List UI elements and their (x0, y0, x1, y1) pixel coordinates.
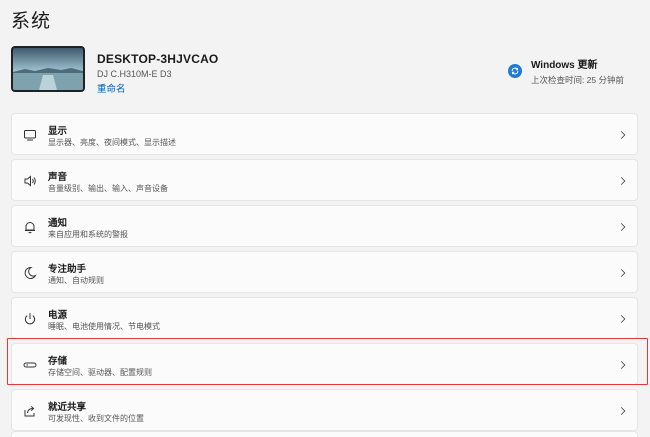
setting-label: 显示 (48, 126, 68, 137)
setting-label: 专注助手 (48, 264, 87, 275)
chevron-right-icon (618, 219, 628, 235)
bell-icon (22, 219, 38, 235)
settings-list: 显示 显示器、亮度、夜间模式、显示描述 声音 音量级别、输出、输入、声音设备 通… (11, 113, 638, 435)
setting-label: 通知 (48, 218, 68, 229)
power-icon (22, 311, 38, 327)
device-card: DESKTOP-3HJVCAO DJ C.H310M-E D3 重命名 Wind… (11, 46, 637, 102)
share-icon (22, 403, 38, 419)
chevron-right-icon (618, 403, 628, 419)
setting-row-nearby-sharing[interactable]: 就近共享 可发现性、收到文件的位置 (11, 389, 638, 431)
setting-row-storage[interactable]: 存储 存储空间、驱动器、配置规则 (11, 343, 638, 385)
device-model: DJ C.H310M-E D3 (97, 69, 172, 79)
chevron-right-icon (618, 357, 628, 373)
setting-label: 声音 (48, 172, 68, 183)
sync-icon (507, 64, 522, 78)
storage-icon (22, 357, 38, 373)
setting-label: 电源 (48, 310, 68, 321)
windows-update-title: Windows 更新 (530, 60, 598, 71)
setting-row-notifications[interactable]: 通知 来自应用和系统的警报 (11, 205, 638, 247)
setting-description: 音量级别、输出、输入、声音设备 (48, 184, 168, 193)
setting-row-focus-assist[interactable]: 专注助手 通知、自动规则 (11, 251, 638, 293)
setting-row-display[interactable]: 显示 显示器、亮度、夜间模式、显示描述 (11, 113, 638, 155)
setting-row-sound[interactable]: 声音 音量级别、输出、输入、声音设备 (11, 159, 638, 201)
setting-description: 来自应用和系统的警报 (48, 230, 128, 239)
windows-update-last-checked: 上次检查时间: 25 分钟前 (530, 75, 624, 85)
chevron-right-icon (618, 311, 628, 327)
speaker-icon (22, 173, 38, 189)
setting-label: 就近共享 (48, 402, 87, 413)
setting-description: 可发现性、收到文件的位置 (48, 414, 144, 423)
setting-label: 存储 (48, 356, 68, 367)
setting-description: 存储空间、驱动器、配置规则 (48, 368, 152, 377)
device-name: DESKTOP-3HJVCAO (97, 52, 219, 66)
chevron-right-icon (618, 173, 628, 189)
monitor-icon (22, 127, 38, 143)
setting-description: 睡眠、电池使用情况、节电模式 (48, 322, 160, 331)
setting-description: 通知、自动规则 (48, 276, 104, 285)
chevron-right-icon (618, 127, 628, 143)
rename-link[interactable]: 重命名 (97, 81, 126, 95)
desktop-wallpaper-thumbnail (11, 46, 85, 92)
setting-row-partial[interactable] (11, 431, 638, 437)
setting-row-power[interactable]: 电源 睡眠、电池使用情况、节电模式 (11, 297, 638, 339)
windows-update-status[interactable]: Windows 更新 上次检查时间: 25 分钟前 (507, 58, 624, 85)
page-title: 系统 (11, 11, 52, 32)
chevron-right-icon (618, 265, 628, 281)
setting-description: 显示器、亮度、夜间模式、显示描述 (48, 138, 176, 147)
moon-icon (22, 265, 38, 281)
